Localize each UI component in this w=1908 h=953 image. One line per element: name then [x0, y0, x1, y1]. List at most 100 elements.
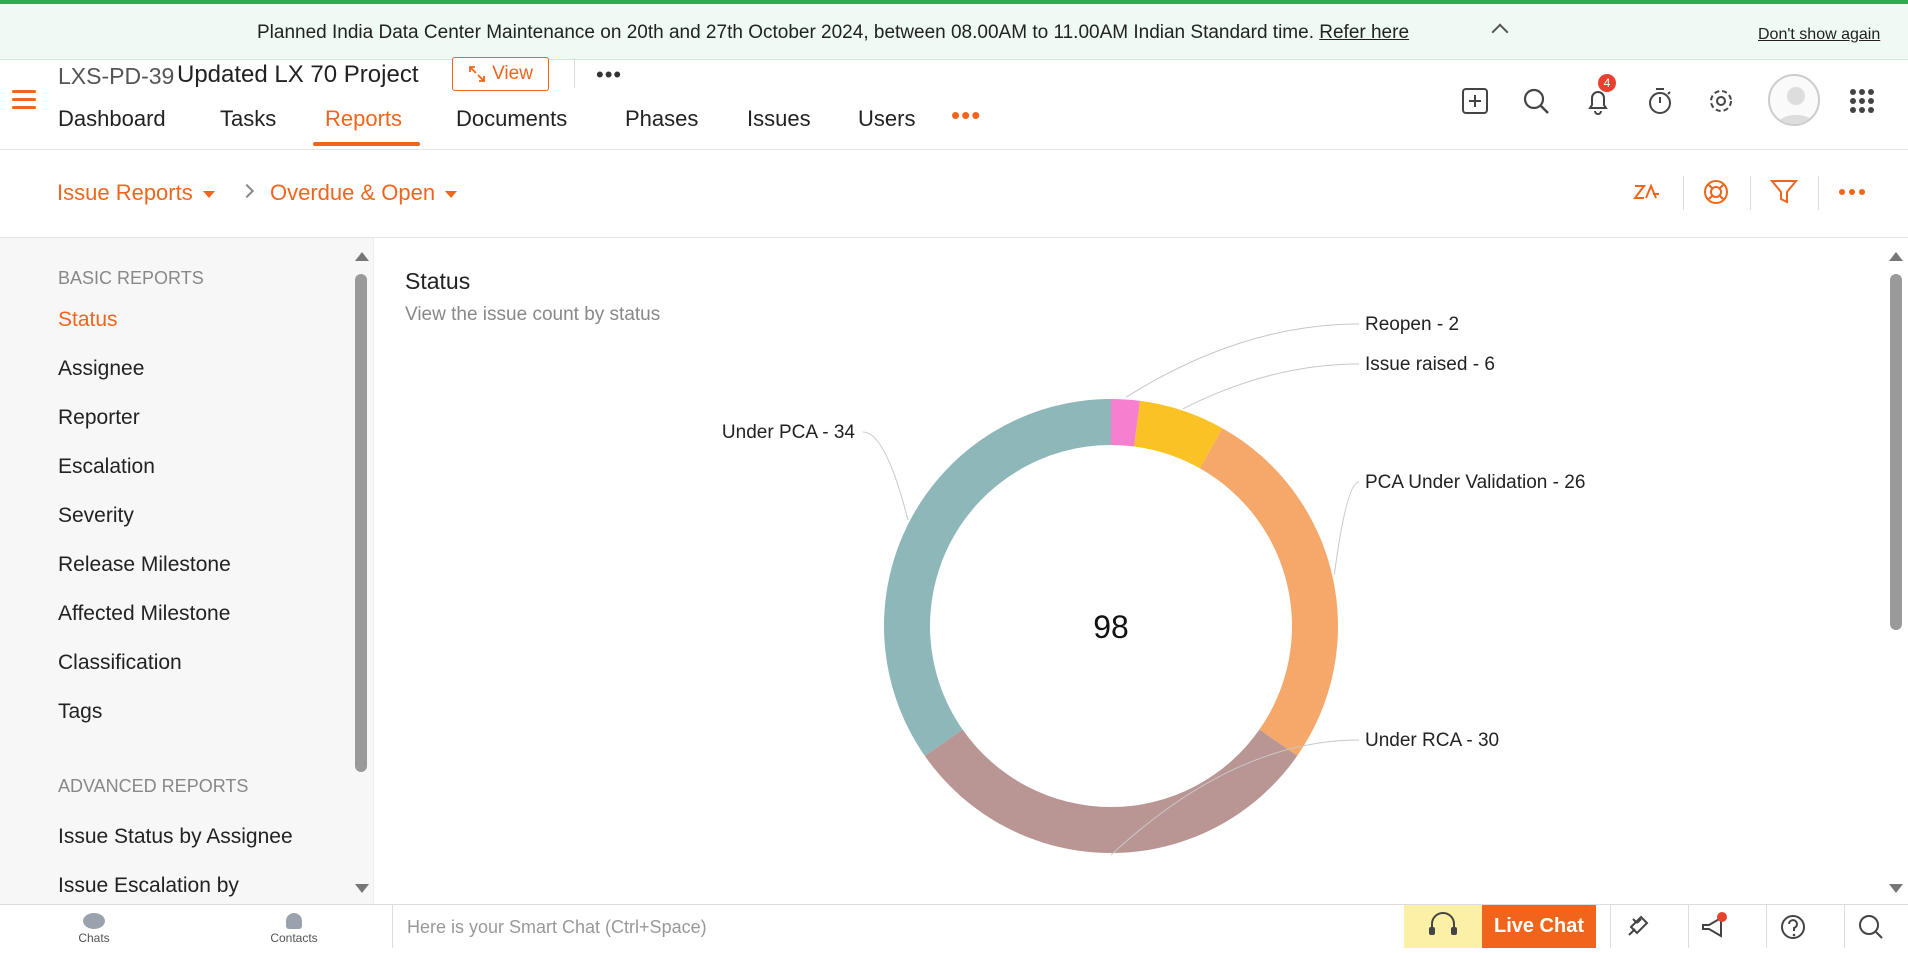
toolbar-divider — [1750, 176, 1751, 210]
status-donut-chart: Reopen - 2 Issue raised - 6 PCA Under Vali… — [722, 314, 1585, 856]
sidebar-scrollbar[interactable] — [355, 274, 367, 772]
leader-line — [862, 431, 909, 521]
project-more-icon[interactable]: ••• — [596, 62, 622, 88]
maintenance-banner: Planned India Data Center Maintenance on… — [0, 4, 1908, 60]
leader-line — [1125, 323, 1360, 398]
breadcrumb-label: Issue Reports — [57, 180, 193, 205]
tab-tasks[interactable]: Tasks — [220, 106, 276, 132]
chevron-down-icon — [445, 190, 458, 198]
tab-reports[interactable]: Reports — [325, 106, 402, 132]
main-scrollbar[interactable] — [1890, 274, 1902, 630]
search-icon — [1859, 915, 1883, 939]
gear-icon[interactable] — [1705, 85, 1737, 117]
breadcrumb-label: Overdue & Open — [270, 180, 436, 205]
megaphone-icon — [1702, 912, 1727, 938]
refer-here-link[interactable]: Refer here — [1319, 22, 1409, 43]
breadcrumb-separator-icon — [239, 183, 255, 199]
headset-icon — [1429, 912, 1457, 935]
chats-tab[interactable]: Chats — [44, 905, 144, 948]
toolbar-divider — [1683, 176, 1684, 210]
sidebar-item-status[interactable]: Status — [58, 308, 118, 332]
donut-slice-pca-under-validation[interactable] — [1199, 428, 1338, 756]
slice-label: Issue raised - 6 — [1365, 354, 1495, 375]
scroll-up-arrow-icon[interactable] — [355, 252, 369, 261]
bottom-bar: Chats Contacts Here is your Smart Chat (… — [0, 904, 1908, 948]
tab-issues[interactable]: Issues — [747, 106, 811, 132]
view-button[interactable]: View — [452, 57, 549, 91]
announcements-button[interactable] — [1688, 905, 1740, 948]
header-divider — [574, 58, 575, 88]
chat-bubble-icon — [83, 913, 105, 929]
breadcrumb-overdue-open[interactable]: Overdue & Open — [270, 180, 458, 206]
notification-badge: 4 — [1598, 74, 1616, 92]
expand-icon — [469, 66, 485, 82]
banner-text: Planned India Data Center Maintenance on… — [257, 22, 1314, 43]
view-label: View — [492, 63, 533, 84]
leader-line — [1182, 363, 1360, 410]
breadcrumb-issue-reports[interactable]: Issue Reports — [57, 180, 215, 206]
toolbar-divider — [1818, 176, 1819, 210]
slice-label: Under RCA - 30 — [1365, 730, 1499, 751]
user-icon — [1778, 87, 1814, 124]
sidebar-item-tags[interactable]: Tags — [58, 700, 102, 724]
project-name[interactable]: Updated LX 70 Project — [177, 61, 419, 89]
plug-icon — [1628, 915, 1649, 936]
banner-message: Planned India Data Center Maintenance on… — [257, 22, 1409, 44]
plugin-button[interactable] — [1610, 905, 1662, 948]
menu-icon[interactable] — [12, 90, 36, 110]
contact-person-icon — [286, 913, 302, 929]
scroll-down-arrow-icon[interactable] — [355, 884, 369, 893]
headset-support-button[interactable] — [1404, 905, 1482, 948]
more-options-icon[interactable] — [1836, 176, 1868, 208]
project-id: LXS-PD-39 — [58, 63, 175, 89]
donut-total: 98 — [1093, 609, 1129, 645]
leader-line — [1333, 481, 1360, 576]
dont-show-again-link[interactable]: Don't show again — [1758, 26, 1880, 44]
chevron-down-icon — [202, 190, 215, 198]
zia-icon[interactable] — [1632, 176, 1664, 208]
collapse-banner-icon[interactable] — [1491, 23, 1509, 41]
sidebar-item-issue-status-by-assignee[interactable]: Issue Status by Assignee — [58, 825, 293, 849]
slice-label: Under PCA - 34 — [722, 422, 855, 443]
avatar[interactable] — [1768, 74, 1820, 126]
chats-label: Chats — [78, 931, 110, 945]
search-icon[interactable] — [1520, 85, 1552, 117]
reports-sidebar: BASIC REPORTS Status Assignee Reporter E… — [0, 238, 374, 904]
scroll-up-arrow-icon[interactable] — [1889, 252, 1903, 261]
donut-slice-under-pca[interactable] — [883, 399, 1111, 756]
active-tab-indicator — [313, 142, 420, 146]
more-tabs-icon[interactable]: ••• — [951, 100, 981, 131]
scroll-down-arrow-icon[interactable] — [1889, 884, 1903, 893]
report-panel: Status View the issue count by status Re… — [374, 238, 1908, 904]
tab-users[interactable]: Users — [858, 106, 915, 132]
help-button[interactable] — [1766, 905, 1818, 948]
sidebar-item-issue-escalation-by[interactable]: Issue Escalation by — [58, 874, 239, 898]
sidebar-item-classification[interactable]: Classification — [58, 651, 182, 675]
report-toolbar: Issue Reports Overdue & Open — [0, 150, 1908, 238]
donut-slice-under-rca[interactable] — [924, 729, 1298, 853]
basic-reports-heading: BASIC REPORTS — [58, 268, 204, 288]
project-header: LXS-PD-39 Updated LX 70 Project View •••… — [0, 57, 1908, 150]
slice-label: PCA Under Validation - 26 — [1365, 472, 1585, 493]
sidebar-item-affected-milestone[interactable]: Affected Milestone — [58, 602, 230, 626]
apps-grid-icon[interactable] — [1846, 85, 1878, 117]
add-icon[interactable] — [1459, 85, 1491, 117]
smart-chat-input[interactable]: Here is your Smart Chat (Ctrl+Space) — [392, 905, 1404, 948]
sidebar-item-severity[interactable]: Severity — [58, 504, 134, 528]
sidebar-item-reporter[interactable]: Reporter — [58, 406, 140, 430]
contacts-label: Contacts — [270, 931, 318, 945]
sidebar-item-escalation[interactable]: Escalation — [58, 455, 155, 479]
contacts-tab[interactable]: Contacts — [244, 905, 344, 948]
advanced-reports-heading: ADVANCED REPORTS — [58, 776, 249, 796]
search-people-button[interactable] — [1844, 905, 1896, 948]
sidebar-item-assignee[interactable]: Assignee — [58, 357, 144, 381]
tab-documents[interactable]: Documents — [456, 106, 567, 132]
filter-icon[interactable] — [1768, 176, 1800, 208]
sidebar-item-release-milestone[interactable]: Release Milestone — [58, 553, 231, 577]
slice-label: Reopen - 2 — [1365, 314, 1459, 335]
tab-phases[interactable]: Phases — [625, 106, 698, 132]
timer-icon[interactable] — [1644, 85, 1676, 117]
tab-dashboard[interactable]: Dashboard — [58, 106, 166, 132]
help-lifebuoy-icon[interactable] — [1700, 176, 1732, 208]
live-chat-button[interactable]: Live Chat — [1482, 905, 1596, 948]
